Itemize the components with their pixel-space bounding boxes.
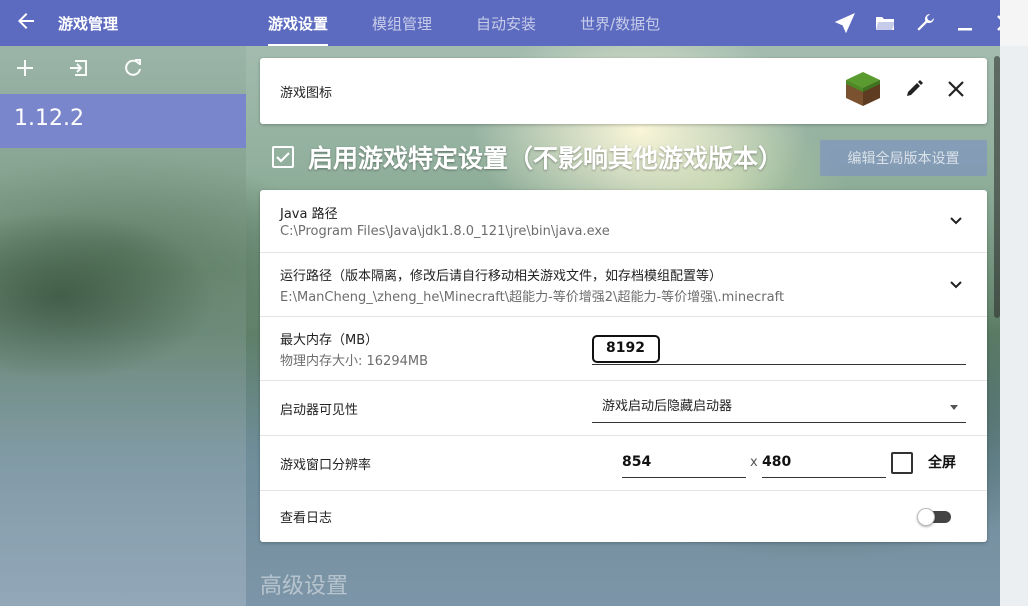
top-bar-left: 游戏管理 [0,0,246,46]
java-path-row[interactable]: Java 路径 C:\Program Files\Java\jdk1.8.0_1… [260,190,987,253]
arrow-left-icon[interactable] [16,11,40,36]
tab-game-settings[interactable]: 游戏设置 [246,0,350,46]
launcher-visibility-value: 游戏启动后隐藏启动器 [602,399,733,414]
physical-memory-label: 物理内存大小: 16294MB [280,353,429,369]
launcher-visibility-title: 启动器可见性 [280,402,359,418]
tab-mod-management[interactable]: 模组管理 [350,0,454,46]
paper-plane-icon[interactable] [828,6,862,40]
top-bar: 游戏管理 游戏设置 模组管理 自动安装 世界/数据包 [0,0,1028,46]
resolution-title: 游戏窗口分辨率 [280,457,372,473]
edit-icon[interactable] [903,78,925,104]
sidebar-item-version[interactable]: 1.12.2 [0,94,246,148]
page-title: 游戏管理 [58,14,119,33]
resolution-separator: x [750,455,758,470]
edit-global-settings-button[interactable]: 编辑全局版本设置 [820,140,987,176]
resolution-row: 游戏窗口分辨率 854 x 480 全屏 [260,436,987,491]
add-icon[interactable] [14,57,38,84]
game-icon-label: 游戏图标 [280,85,333,101]
java-path-title: Java 路径 [280,207,338,222]
run-path-title: 运行路径（版本隔离，修改后请自行移动相关游戏文件，如存档模组配置等） [280,268,723,284]
resolution-height-input[interactable]: 480 [762,448,886,478]
launcher-visibility-select[interactable]: 游戏启动后隐藏启动器 [592,393,966,423]
max-memory-input[interactable]: 8192 [592,335,966,365]
window-edge-right [1000,46,1028,606]
minimize-icon[interactable] [948,6,982,40]
toolbar-icons [828,6,1028,40]
tab-auto-install[interactable]: 自动安装 [454,0,558,46]
chevron-down-icon[interactable] [945,274,967,296]
run-path-row[interactable]: 运行路径（版本隔离，修改后请自行移动相关游戏文件，如存档模组配置等） E:\Ma… [260,253,987,317]
refresh-icon[interactable] [122,57,146,84]
tab-worlds-datapacks[interactable]: 世界/数据包 [558,0,682,46]
toggle-knob [917,508,935,526]
enable-specific-label: 启用游戏特定设置（不影响其他游戏版本） [308,144,784,173]
run-path-value: E:\ManCheng_\zheng_he\Minecraft\超能力-等价增强… [280,289,785,305]
folder-icon[interactable] [868,6,902,40]
show-log-row: 查看日志 [260,491,987,542]
fullscreen-label: 全屏 [928,455,956,471]
wrench-icon[interactable] [908,6,942,40]
game-icon-card: 游戏图标 [260,58,987,124]
max-memory-value[interactable]: 8192 [592,335,660,363]
window-edge [1000,0,1028,46]
chevron-down-icon[interactable] [945,210,967,232]
dropdown-arrow-icon [950,405,958,410]
max-memory-title: 最大内存（MB） [280,332,379,348]
advanced-settings-heading: 高级设置 [260,574,349,599]
sidebar-toolbar [0,46,246,94]
show-log-toggle[interactable] [917,508,951,526]
game-icon-actions [843,69,967,113]
import-icon[interactable] [68,57,92,84]
close-icon[interactable] [945,78,967,104]
java-path-value: C:\Program Files\Java\jdk1.8.0_121\jre\b… [280,224,610,239]
grass-block-icon [843,69,883,113]
resolution-width-input[interactable]: 854 [622,448,746,478]
fullscreen-checkbox[interactable] [891,452,913,474]
show-log-title: 查看日志 [280,511,333,526]
tab-bar: 游戏设置 模组管理 自动安装 世界/数据包 [246,0,1028,46]
settings-card: Java 路径 C:\Program Files\Java\jdk1.8.0_1… [260,190,987,542]
enable-specific-checkbox[interactable] [272,146,294,168]
scrollbar[interactable] [994,56,1000,318]
max-memory-row: 最大内存（MB） 物理内存大小: 16294MB 8192 [260,317,987,381]
launcher-visibility-row: 启动器可见性 游戏启动后隐藏启动器 [260,381,987,436]
